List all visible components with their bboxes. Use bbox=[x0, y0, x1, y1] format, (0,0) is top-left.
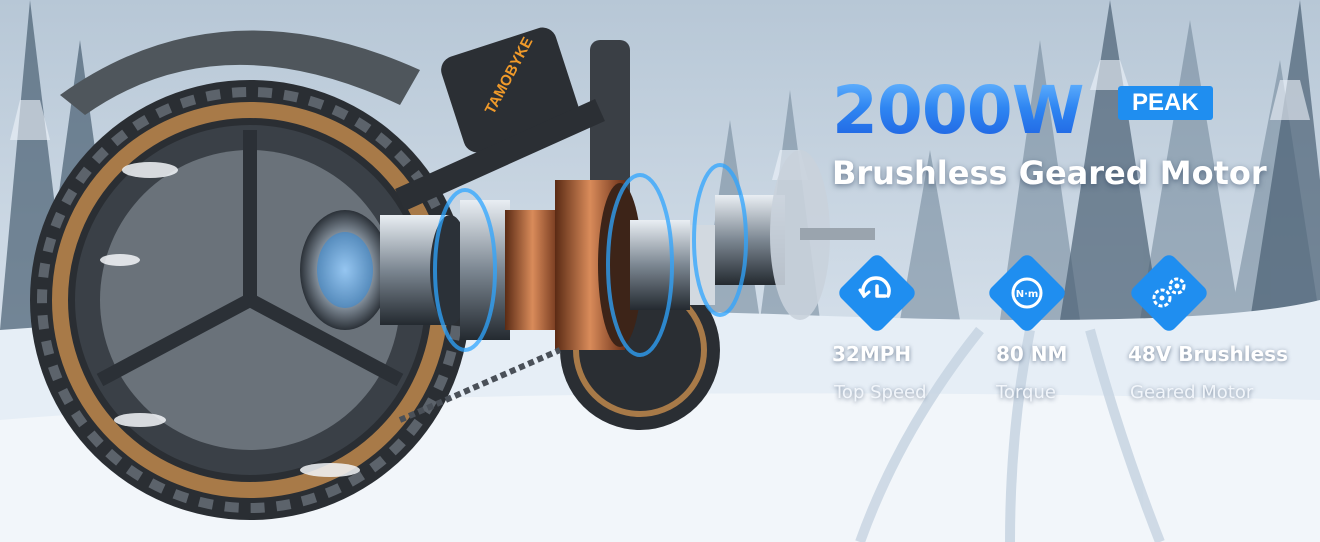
speedometer-icon bbox=[839, 255, 915, 331]
feature-label: Geared Motor bbox=[1130, 382, 1254, 403]
peak-badge: PEAK bbox=[1118, 86, 1213, 120]
feature-label: Top Speed bbox=[834, 382, 927, 403]
feature-value: 80 NM bbox=[996, 342, 1068, 366]
motor-subtitle: Brushless Geared Motor bbox=[832, 154, 1267, 192]
torque-nm-icon: N·m bbox=[989, 255, 1065, 331]
feature-value: 32MPH bbox=[832, 342, 912, 366]
svg-text:N·m: N·m bbox=[1016, 289, 1039, 300]
product-banner: TAMOBYKE 2000W PEAK Brushless Geared Mot… bbox=[0, 0, 1320, 542]
feature-value: 48V Brushless bbox=[1128, 342, 1288, 366]
feature-label: Torque bbox=[996, 382, 1056, 403]
power-rating: 2000W bbox=[832, 72, 1084, 149]
ebike-motor-illustration: TAMOBYKE bbox=[30, 27, 875, 520]
motor-gears-icon bbox=[1131, 255, 1207, 331]
